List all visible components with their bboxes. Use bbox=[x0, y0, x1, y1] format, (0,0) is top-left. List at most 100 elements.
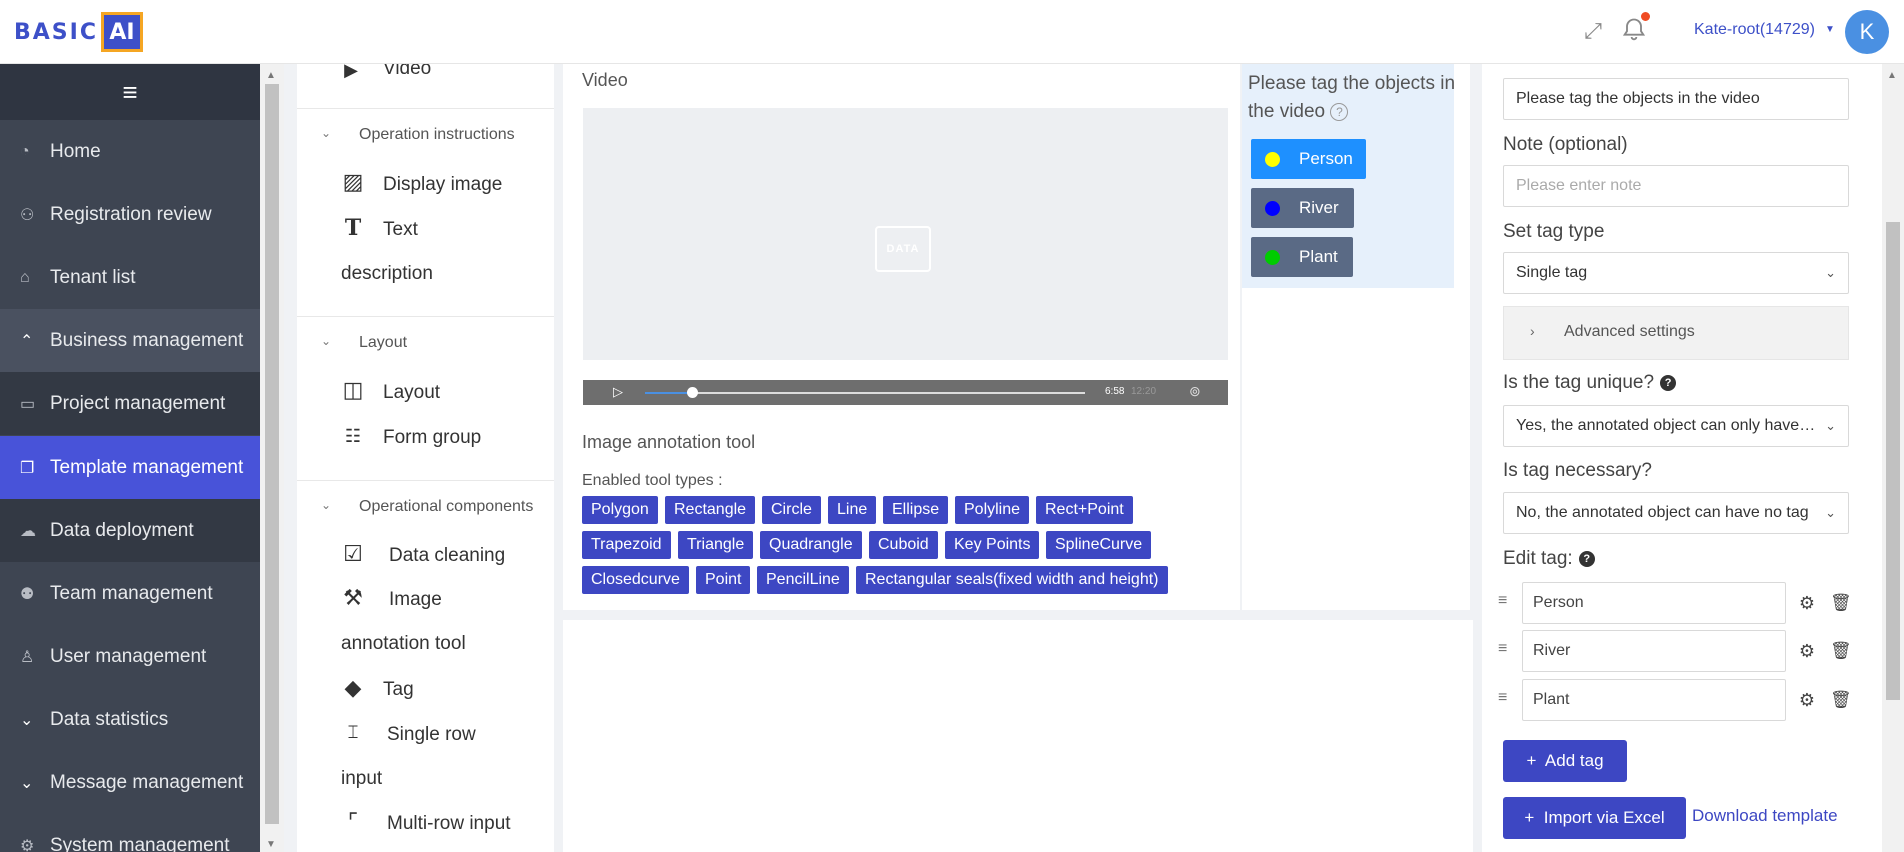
component-video[interactable]: Video bbox=[383, 64, 431, 80]
settings-scrollbar[interactable]: ▲ bbox=[1882, 64, 1904, 852]
user-name-dropdown[interactable]: Kate-root(14729) bbox=[1694, 21, 1815, 39]
scrollbar-thumb[interactable] bbox=[265, 84, 279, 824]
help-icon[interactable]: ? bbox=[1578, 550, 1595, 567]
scroll-up-arrow-icon[interactable]: ▲ bbox=[266, 70, 276, 81]
drag-handle-icon[interactable]: ≡ bbox=[1498, 689, 1512, 707]
tag-card[interactable]: Please tag the objects in the video ? Pe… bbox=[1242, 64, 1470, 610]
plus-icon: + bbox=[1526, 751, 1537, 770]
note-label: Note (optional) bbox=[1503, 134, 1628, 155]
sidebar-item-user-management[interactable]: ♙ User management bbox=[0, 625, 260, 688]
drag-handle-icon[interactable]: ≡ bbox=[1498, 592, 1512, 610]
sidebar-item-home[interactable]: ◔ Home bbox=[0, 120, 260, 183]
component-text-description[interactable]: description bbox=[341, 263, 433, 285]
divider bbox=[297, 480, 554, 481]
tag-settings-icon[interactable]: ⚙ bbox=[1796, 640, 1818, 662]
sidebar-item-label: Template management bbox=[50, 456, 244, 478]
title-input[interactable]: Please tag the objects in the video bbox=[1503, 78, 1849, 120]
component-display-image[interactable]: Display image bbox=[383, 174, 502, 196]
chevron-down-icon: ⌄ bbox=[321, 334, 332, 348]
tag-option-river[interactable]: River bbox=[1251, 188, 1354, 228]
sidebar-item-tenant-list[interactable]: ⌂ Tenant list bbox=[0, 246, 260, 309]
sidebar-item-data-statistics[interactable]: ⌄ Data statistics bbox=[0, 688, 260, 751]
edit-tag-input[interactable]: River bbox=[1522, 630, 1786, 672]
scrollbar-thumb[interactable] bbox=[1886, 222, 1900, 700]
caret-down-icon[interactable]: ▼ bbox=[1825, 24, 1835, 35]
tag-option-plant[interactable]: Plant bbox=[1251, 237, 1353, 277]
drag-handle-icon[interactable]: ≡ bbox=[1498, 640, 1512, 658]
component-data-cleaning[interactable]: Data cleaning bbox=[389, 545, 505, 567]
help-icon[interactable]: ? bbox=[1330, 102, 1349, 121]
sidebar-item-label: Message management bbox=[50, 771, 244, 793]
tag-unique-label-text: Is the tag unique? bbox=[1503, 372, 1655, 393]
hamburger-menu-icon[interactable]: ≡ bbox=[0, 64, 260, 120]
basicai-logo[interactable]: BASIC AI bbox=[14, 10, 143, 54]
sidebar-item-project-management[interactable]: ▭ Project management bbox=[0, 372, 260, 435]
sidebar-item-label: Business management bbox=[50, 329, 244, 351]
add-tag-button[interactable]: + Add tag bbox=[1503, 740, 1627, 782]
component-layout[interactable]: Layout bbox=[383, 382, 440, 404]
video-player[interactable]: DATA bbox=[583, 108, 1228, 360]
component-text[interactable]: Text bbox=[383, 219, 418, 241]
sidebar-item-message-management[interactable]: ⌄ Message management bbox=[0, 751, 260, 814]
logo-box: AI bbox=[100, 12, 143, 52]
component-single-row-input-line2[interactable]: input bbox=[341, 768, 382, 790]
briefcase-icon: ▭ bbox=[20, 395, 36, 413]
video-icon: ▶ bbox=[344, 64, 358, 80]
component-image-annotation-tool-line2[interactable]: annotation tool bbox=[341, 633, 466, 655]
sidebar: ≡ ◔ Home ⚇ Registration review ⌂ Tenant lis… bbox=[0, 64, 260, 852]
scroll-up-arrow-icon[interactable]: ▲ bbox=[1887, 70, 1897, 81]
download-template-link[interactable]: Download template bbox=[1692, 806, 1838, 826]
sidebar-item-business-management[interactable]: ⌃ Business management bbox=[0, 309, 260, 372]
play-icon[interactable]: ▷ bbox=[613, 384, 623, 400]
chevron-down-icon: ⌄ bbox=[321, 498, 332, 512]
dashboard-icon: ◔ bbox=[20, 142, 30, 160]
component-single-row-input[interactable]: Single row bbox=[387, 724, 476, 746]
edit-tag-input[interactable]: Plant bbox=[1522, 679, 1786, 721]
component-image-annotation-tool[interactable]: Image bbox=[389, 589, 442, 611]
component-multi-row-input[interactable]: Multi-row input bbox=[387, 813, 511, 835]
video-card[interactable]: Video DATA ▷ 6:58 12:20 ⊚ Image annotati… bbox=[563, 64, 1240, 610]
template-canvas: Video DATA ▷ 6:58 12:20 ⊚ Image annotati… bbox=[563, 64, 1473, 852]
playback-speed-icon[interactable]: ⊚ bbox=[1189, 383, 1201, 400]
tag-option-label: Person bbox=[1299, 149, 1353, 168]
advanced-settings-collapse[interactable]: › Advanced settings bbox=[1503, 306, 1849, 360]
note-input[interactable]: Please enter note bbox=[1503, 165, 1849, 207]
sidebar-item-label: Team management bbox=[50, 582, 213, 604]
form-group-icon: ☷ bbox=[344, 426, 362, 446]
import-excel-button[interactable]: + Import via Excel bbox=[1503, 797, 1686, 839]
section-title: Operational components bbox=[359, 498, 534, 515]
component-tag[interactable]: Tag bbox=[383, 679, 414, 701]
tool-chip: Circle bbox=[762, 496, 821, 524]
section-title: Operation instructions bbox=[359, 126, 515, 143]
delete-icon[interactable]: 🗑 bbox=[1830, 640, 1852, 662]
sidebar-item-registration-review[interactable]: ⚇ Registration review bbox=[0, 183, 260, 246]
text-icon: T bbox=[344, 215, 362, 241]
sidebar-scrollbar[interactable]: ▲ ▼ bbox=[260, 64, 284, 852]
sidebar-item-system-management[interactable]: ⚙ System management bbox=[0, 814, 260, 852]
tag-color-dot bbox=[1265, 250, 1280, 265]
tag-type-select[interactable]: Single tag ⌄ bbox=[1503, 252, 1849, 294]
tag-option-person[interactable]: Person bbox=[1251, 139, 1366, 179]
tag-unique-label: Is the tag unique?? bbox=[1503, 372, 1677, 394]
help-icon[interactable]: ? bbox=[1660, 374, 1677, 391]
sidebar-item-team-management[interactable]: ⚉ Team management bbox=[0, 562, 260, 625]
video-progress-track[interactable] bbox=[645, 392, 1085, 394]
video-progress-handle[interactable] bbox=[687, 387, 698, 398]
video-duration: 12:20 bbox=[1131, 386, 1157, 397]
delete-icon[interactable]: 🗑 bbox=[1830, 592, 1852, 614]
fullscreen-icon[interactable]: ⤢ bbox=[1580, 18, 1606, 44]
tag-settings-icon[interactable]: ⚙ bbox=[1796, 689, 1818, 711]
edit-tag-input[interactable]: Person bbox=[1522, 582, 1786, 624]
edit-tag-label: Edit tag:? bbox=[1503, 548, 1595, 570]
scroll-down-arrow-icon[interactable]: ▼ bbox=[266, 839, 276, 850]
empty-drop-area[interactable] bbox=[563, 620, 1473, 852]
tag-settings-icon[interactable]: ⚙ bbox=[1796, 592, 1818, 614]
delete-icon[interactable]: 🗑 bbox=[1830, 689, 1852, 711]
sidebar-item-data-deployment[interactable]: ☁ Data deployment bbox=[0, 499, 260, 562]
tag-unique-select[interactable]: Yes, the annotated object can only have … bbox=[1503, 405, 1849, 447]
component-form-group[interactable]: Form group bbox=[383, 427, 481, 449]
tag-necessary-select[interactable]: No, the annotated object can have no tag… bbox=[1503, 492, 1849, 534]
sidebar-item-template-management[interactable]: ❐ Template management bbox=[0, 436, 260, 499]
notification-bell-icon[interactable] bbox=[1620, 12, 1650, 44]
avatar[interactable]: K bbox=[1845, 10, 1889, 54]
